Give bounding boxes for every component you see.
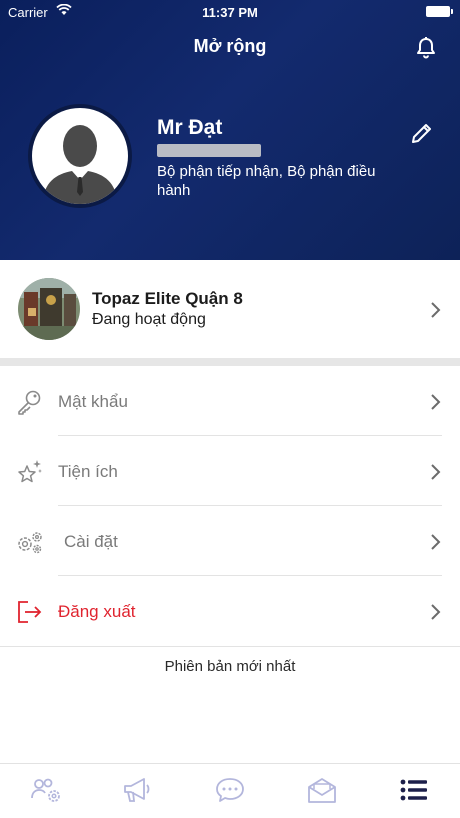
divider (0, 646, 460, 647)
list-icon[interactable] (398, 776, 430, 804)
menu-label-logout: Đăng xuất (58, 602, 136, 621)
profile-department: Bộ phận tiếp nhận, Bộ phận điều hành (157, 163, 376, 199)
bell-icon[interactable] (414, 36, 438, 60)
menu-label-password: Mật khẩu (58, 392, 128, 411)
status-time: 11:37 PM (202, 5, 258, 20)
chat-icon[interactable] (214, 776, 246, 804)
logout-icon (18, 601, 42, 623)
chevron-right-icon (431, 464, 441, 480)
default-avatar-icon (42, 125, 118, 204)
version-label: Phiên bản mới nhất (164, 658, 296, 675)
chevron-right-icon (431, 394, 441, 410)
profile-name: Mr Đạt (157, 116, 223, 139)
menu-label-utilities: Tiện ích (58, 462, 118, 481)
page-title: Mở rộng (193, 36, 267, 56)
menu-item-utilities[interactable]: Tiện ích (0, 436, 460, 506)
tab-bar (0, 763, 460, 818)
chevron-right-icon (431, 604, 441, 620)
battery-icon (426, 6, 453, 17)
profile-header: Carrier 11:37 PM Mở rộng Mr Đạt Bộ phận … (0, 0, 460, 260)
gears-icon (18, 532, 42, 554)
chevron-right-icon (431, 302, 441, 318)
mail-icon[interactable] (306, 776, 338, 804)
users-settings-icon[interactable] (30, 776, 62, 804)
property-thumbnail (18, 278, 80, 340)
redacted-info-bar (157, 144, 261, 157)
property-row[interactable]: Topaz Elite Quận 8 Đang hoạt động (0, 260, 460, 358)
avatar[interactable] (28, 104, 132, 208)
sparkle-star-icon (18, 460, 42, 483)
section-separator (0, 358, 460, 366)
menu-item-password[interactable]: Mật khẩu (0, 366, 460, 436)
property-status: Đang hoạt động (92, 311, 206, 328)
menu-label-settings: Cài đặt (64, 532, 118, 551)
megaphone-icon[interactable] (122, 776, 154, 804)
status-bar: Carrier 11:37 PM (0, 0, 460, 24)
chevron-right-icon (431, 534, 441, 550)
menu-item-logout[interactable]: Đăng xuất (0, 576, 460, 646)
menu-item-settings[interactable]: Cài đặt (0, 506, 460, 576)
key-icon (18, 390, 41, 415)
edit-pencil-icon[interactable] (409, 120, 435, 146)
property-name: Topaz Elite Quận 8 (92, 289, 243, 308)
